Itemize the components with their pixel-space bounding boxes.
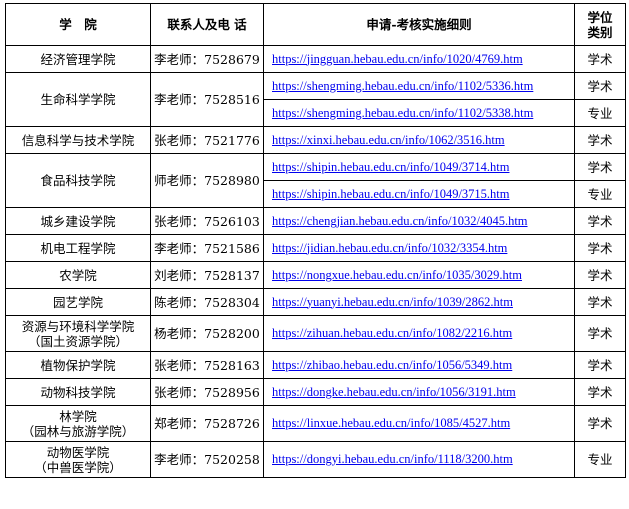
college-name-cell: 动物医学院 （中兽医学院） (5, 441, 151, 478)
college-name-line: 生命科学学院 (40, 92, 116, 107)
table-row: 信息科学与技术学院 张老师：7521776 https://xinxi.hebau.… (5, 126, 626, 154)
contact-cell: 张老师：7526103 (150, 207, 264, 235)
table-row: 林学院 （园林与旅游学院） 郑老师：7528726 https://linxue.he… (5, 405, 626, 442)
table-row: 资源与环境科学学院 （国土资源学院） 杨老师：7528200 https://zihu… (5, 315, 626, 352)
degree-type-cell: 学术 (574, 72, 626, 100)
table-row: 生命科学学院 李老师：7528516 https://shengming.hebau… (5, 72, 626, 127)
college-name-line: （中兽医学院） (34, 459, 122, 475)
rules-link[interactable]: https://zhibao.hebau.edu.cn/info/1056/53… (263, 351, 575, 379)
header-contact: 联系人及电 话 (150, 3, 264, 46)
degree-type-cell: 学术 (574, 234, 626, 262)
college-name-line: 信息科学与技术学院 (21, 132, 135, 148)
college-name-line: 动物科技学院 (40, 384, 116, 400)
rules-link[interactable]: https://yuanyi.hebau.edu.cn/info/1039/28… (263, 288, 575, 316)
table-row: 城乡建设学院 张老师：7526103 https://chengjian.hebau… (5, 207, 626, 235)
college-name-line: 食品科技学院 (40, 173, 116, 188)
rules-link[interactable]: https://jidian.hebau.edu.cn/info/1032/33… (263, 234, 575, 262)
college-name-cell: 林学院 （园林与旅游学院） (5, 405, 151, 442)
table-row: 经济管理学院 李老师：7528679 https://jingguan.hebau.… (5, 45, 626, 73)
table-row: 动物医学院 （中兽医学院） 李老师：7520258 https://dongyi.he… (5, 441, 626, 478)
rules-link[interactable]: https://jingguan.hebau.edu.cn/info/1020/… (263, 45, 575, 73)
college-name-cell: 信息科学与技术学院 (5, 126, 151, 154)
college-name-cell: 食品科技学院 (5, 153, 151, 208)
degree-type-cell: 学术 (574, 126, 626, 154)
header-degree-type: 学位 类别 (574, 3, 626, 46)
college-name-line: （国土资源学院） (27, 333, 128, 349)
degree-type-cell: 学术 (574, 315, 626, 352)
college-name-cell: 经济管理学院 (5, 45, 151, 73)
contact-cell: 刘老师：7528137 (150, 261, 264, 289)
degree-type-cell: 学术 (574, 351, 626, 379)
degree-type-cell: 学术 (574, 405, 626, 442)
contact-cell: 陈老师：7528304 (150, 288, 264, 316)
header-college: 学 院 (5, 3, 151, 46)
contact-cell: 李老师：7521586 (150, 234, 264, 262)
rules-link[interactable]: https://chengjian.hebau.edu.cn/info/1032… (263, 207, 575, 235)
college-name-line: 经济管理学院 (40, 51, 116, 67)
college-name-cell: 城乡建设学院 (5, 207, 151, 235)
college-name-line: 农学院 (59, 267, 97, 283)
rules-link[interactable]: https://dongyi.hebau.edu.cn/info/1118/32… (263, 441, 575, 478)
contact-cell: 张老师：7528163 (150, 351, 264, 379)
table-header-row: 学 院 联系人及电 话 申请-考核实施细则 学位 类别 (5, 3, 626, 46)
college-name-line: 资源与环境科学学院 (21, 318, 135, 334)
college-name-cell: 资源与环境科学学院 （国土资源学院） (5, 315, 151, 352)
degree-type-cell: 学术 (574, 45, 626, 73)
college-name-cell: 农学院 (5, 261, 151, 289)
rules-link[interactable]: https://linxue.hebau.edu.cn/info/1085/45… (263, 405, 575, 442)
college-name-cell: 植物保护学院 (5, 351, 151, 379)
table-row: 园艺学院 陈老师：7528304 https://yuanyi.hebau.edu.… (5, 288, 626, 316)
college-name-line: 动物医学院 (46, 444, 110, 460)
rules-link[interactable]: https://shengming.hebau.edu.cn/info/1102… (263, 99, 575, 127)
contact-cell: 师老师：7528980 (150, 153, 264, 208)
college-name-line: 园艺学院 (52, 294, 103, 310)
rules-link[interactable]: https://nongxue.hebau.edu.cn/info/1035/3… (263, 261, 575, 289)
header-degree-type-line1: 学位 (587, 9, 613, 25)
contact-cell: 李老师：7520258 (150, 441, 264, 478)
contact-cell: 杨老师：7528200 (150, 315, 264, 352)
college-name-line: 林学院 (59, 408, 97, 424)
degree-type-cell: 专业 (574, 99, 626, 127)
table-row: 食品科技学院 师老师：7528980 https://shipin.hebau.ed… (5, 153, 626, 208)
contact-cell: 李老师：7528516 (150, 72, 264, 127)
table-body: 经济管理学院 李老师：7528679 https://jingguan.hebau.… (5, 45, 626, 478)
rules-link[interactable]: https://zihuan.hebau.edu.cn/info/1082/22… (263, 315, 575, 352)
rules-link[interactable]: https://xinxi.hebau.edu.cn/info/1062/351… (263, 126, 575, 154)
degree-type-cell: 学术 (574, 261, 626, 289)
contact-cell: 张老师：7528956 (150, 378, 264, 406)
college-name-cell: 动物科技学院 (5, 378, 151, 406)
contact-cell: 张老师：7521776 (150, 126, 264, 154)
college-table: 学 院 联系人及电 话 申请-考核实施细则 学位 类别 经济管理学院李老师：75… (5, 3, 626, 478)
header-degree-type-line2: 类别 (587, 24, 613, 40)
college-name-cell: 生命科学学院 (5, 72, 151, 127)
degree-type-cell: 专业 (574, 441, 626, 478)
contact-cell: 郑老师：7528726 (150, 405, 264, 442)
header-rules: 申请-考核实施细则 (263, 3, 575, 46)
degree-type-cell: 学术 (574, 153, 626, 181)
table-row: 农学院 刘老师：7528137 https://nongxue.hebau.edu.… (5, 261, 626, 289)
contact-cell: 李老师：7528679 (150, 45, 264, 73)
college-name-cell: 园艺学院 (5, 288, 151, 316)
table-row: 植物保护学院 张老师：7528163 https://zhibao.hebau.ed… (5, 351, 626, 379)
college-name-line: 植物保护学院 (40, 357, 116, 373)
rules-link[interactable]: https://dongke.hebau.edu.cn/info/1056/31… (263, 378, 575, 406)
rules-link[interactable]: https://shipin.hebau.edu.cn/info/1049/37… (263, 153, 575, 181)
rules-link[interactable]: https://shipin.hebau.edu.cn/info/1049/37… (263, 180, 575, 208)
degree-type-cell: 专业 (574, 180, 626, 208)
degree-type-cell: 学术 (574, 207, 626, 235)
college-name-line: （园林与旅游学院） (21, 423, 135, 439)
college-name-line: 城乡建设学院 (40, 213, 116, 229)
table-row: 动物科技学院 张老师：7528956 https://dongke.hebau.ed… (5, 378, 626, 406)
college-name-cell: 机电工程学院 (5, 234, 151, 262)
degree-type-cell: 学术 (574, 288, 626, 316)
rules-link[interactable]: https://shengming.hebau.edu.cn/info/1102… (263, 72, 575, 100)
degree-type-cell: 学术 (574, 378, 626, 406)
table-row: 机电工程学院 李老师：7521586 https://jidian.hebau.ed… (5, 234, 626, 262)
college-name-line: 机电工程学院 (40, 240, 116, 256)
